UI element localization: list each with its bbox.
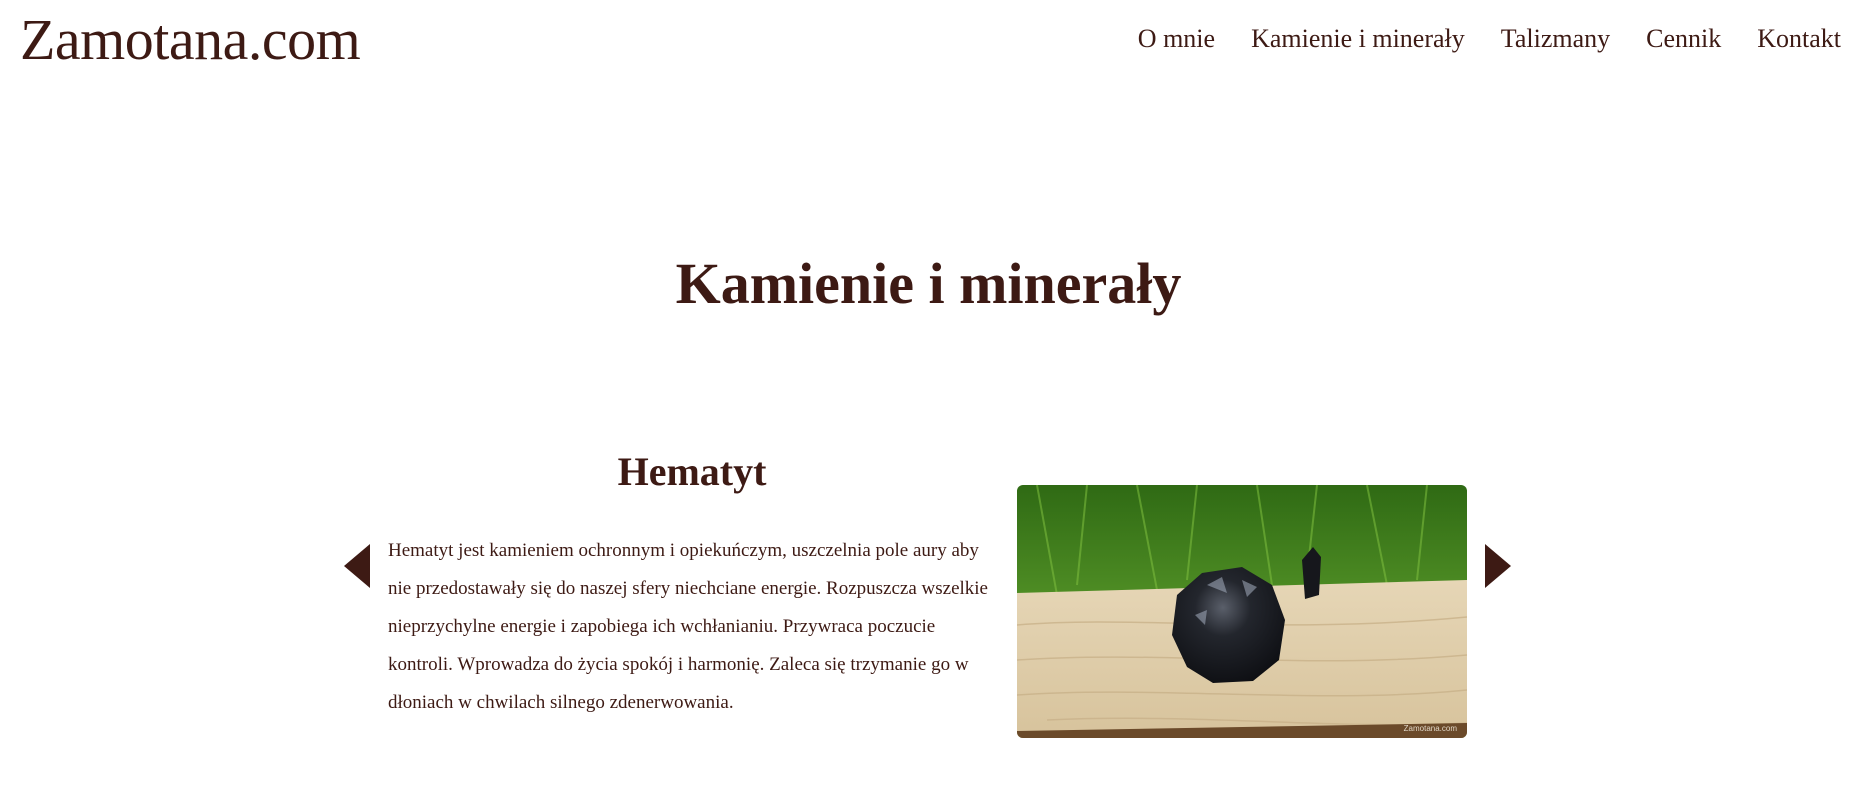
nav-item-cennik[interactable]: Cennik	[1646, 24, 1721, 54]
slider-prev-icon[interactable]	[344, 544, 370, 588]
nav-item-o-mnie[interactable]: O mnie	[1138, 24, 1215, 54]
slide-title: Hematyt	[617, 449, 767, 494]
hematite-photo: Zamotana.com	[1017, 485, 1467, 738]
site-logo[interactable]: Zamotana.com	[20, 6, 361, 73]
page: Zamotana.com O mnie Kamienie i minerały …	[0, 0, 1857, 801]
main-navigation: O mnie Kamienie i minerały Talizmany Cen…	[1138, 24, 1841, 54]
slide-description: Hematyt jest kamieniem ochronnym i opiek…	[388, 540, 988, 713]
nav-item-kamienie-i-mineraly[interactable]: Kamienie i minerały	[1251, 24, 1465, 54]
page-title: Kamienie i minerały	[675, 251, 1182, 316]
nav-item-talizmany[interactable]: Talizmany	[1501, 24, 1610, 54]
slider-next-icon[interactable]	[1485, 544, 1511, 588]
photo-watermark: Zamotana.com	[1404, 724, 1458, 733]
nav-item-kontakt[interactable]: Kontakt	[1757, 24, 1841, 54]
